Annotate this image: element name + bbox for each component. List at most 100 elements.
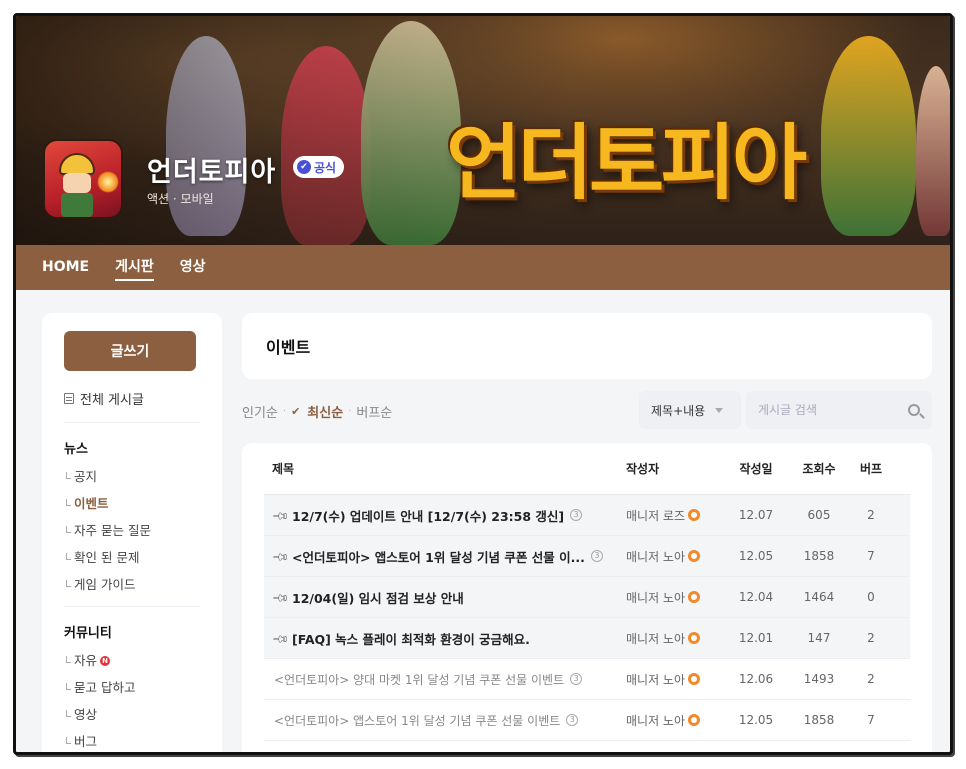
sort-buff[interactable]: 버프순	[356, 402, 392, 421]
post-title[interactable]: 12/7(수) 업데이트 안내 [12/7(수) 23:58 갱신]	[292, 506, 564, 525]
community-list: 자유 N 묻고 답하고 영상 버그	[64, 647, 200, 752]
post-likes: 2	[867, 631, 875, 645]
sort-options: 인기순 · ✔ 최신순 · 버프순	[242, 400, 392, 422]
community-section-title: 커뮤니티	[64, 626, 112, 641]
post-title[interactable]: [FAQ] 녹스 플레이 최적화 환경이 궁금해요.	[292, 629, 530, 648]
page-frame: 언더토피아 언더토피아 ✔ 공식 액션 · 모바일 HOME 게시판 영상 글쓰…	[13, 13, 953, 755]
header-date: 작성일	[739, 462, 773, 476]
board-header: 이벤트	[242, 313, 932, 379]
post-views: 147	[807, 631, 831, 645]
sidebar-all-posts[interactable]: 전체 게시글	[64, 389, 200, 423]
post-author[interactable]: 매니저 노아	[626, 712, 685, 729]
staff-badge-icon	[688, 673, 701, 685]
nav-board[interactable]: 게시판	[115, 245, 154, 290]
table-row[interactable]: 📌︎ <언더토피아> 앱스토어 1위 달성 기념 쿠폰 선물 이... 3 매니…	[264, 536, 910, 577]
game-banner: 언더토피아 언더토피아 ✔ 공식 액션 · 모바일	[16, 16, 950, 245]
pin-icon: 📌︎	[271, 547, 291, 566]
post-date: 12.07	[738, 508, 774, 522]
post-likes: 2	[867, 508, 875, 522]
pin-icon: 📌︎	[271, 588, 291, 607]
staff-badge-icon	[688, 714, 701, 726]
table-row[interactable]: 📌︎ [FAQ] 녹스 플레이 최적화 환경이 궁금해요. 매니저 노아 12.…	[264, 618, 910, 659]
nav-video[interactable]: 영상	[180, 245, 206, 290]
pin-icon: 📌︎	[271, 629, 291, 648]
game-title: 언더토피아	[147, 157, 277, 188]
sidebar-item-bug[interactable]: 버그	[64, 728, 200, 752]
nav-home[interactable]: HOME	[42, 245, 89, 290]
post-date: 12.04	[738, 590, 774, 604]
header-likes: 버프	[859, 462, 883, 476]
post-author[interactable]: 매니저 로즈	[626, 507, 685, 524]
header-title: 제목	[272, 462, 295, 476]
news-list: 공지 이벤트 자주 묻는 질문 확인 된 문제 게임 가이드	[64, 463, 200, 598]
comment-count-icon: 3	[566, 714, 579, 726]
search-icon[interactable]	[908, 404, 920, 416]
sort-latest[interactable]: 최신순	[307, 402, 343, 421]
table-row[interactable]: <언더토피아> 양대 마켓 1위 달성 기념 쿠폰 선물 이벤트 3 매니저 노…	[264, 659, 910, 700]
sidebar-item-qna[interactable]: 묻고 답하고	[64, 674, 200, 701]
sidebar-item-notice[interactable]: 공지	[64, 463, 200, 490]
post-author[interactable]: 매니저 노아	[626, 589, 685, 606]
pin-icon: 📌︎	[271, 506, 291, 525]
post-author[interactable]: 매니저 노아	[626, 630, 685, 647]
post-date: 12.05	[738, 713, 774, 727]
top-nav: HOME 게시판 영상	[16, 245, 950, 290]
post-views: 1464	[803, 590, 835, 604]
staff-badge-icon	[688, 509, 701, 521]
post-views: 605	[807, 508, 831, 522]
sidebar-item-free[interactable]: 자유 N	[64, 647, 200, 674]
sidebar-item-known-issues[interactable]: 확인 된 문제	[64, 544, 200, 571]
check-badge-icon: ✔	[297, 160, 311, 174]
staff-badge-icon	[688, 632, 701, 644]
write-button[interactable]: 글쓰기	[64, 331, 196, 371]
post-title[interactable]: 12/04(일) 임시 점검 보상 안내	[292, 588, 464, 607]
post-date: 12.01	[738, 631, 774, 645]
official-label: 공식	[314, 160, 337, 175]
sidebar-divider	[64, 606, 200, 607]
header-author: 작성자	[626, 462, 660, 476]
game-app-icon	[43, 139, 123, 219]
search-input[interactable]	[758, 403, 898, 417]
post-author[interactable]: 매니저 노아	[626, 671, 685, 688]
comment-count-icon: 3	[590, 550, 603, 562]
chevron-down-icon	[715, 407, 724, 413]
staff-badge-icon	[688, 591, 701, 603]
sidebar-item-event[interactable]: 이벤트	[64, 490, 200, 517]
search-type-select[interactable]: 제목+내용	[639, 391, 741, 429]
official-badge: ✔ 공식	[293, 156, 345, 178]
post-likes: 0	[867, 590, 875, 604]
table-header: 제목 작성자 작성일 조회수 버프	[264, 443, 910, 495]
sidebar: 글쓰기 전체 게시글 뉴스 공지 이벤트 자주 묻는 질문 확인 된 문제 게임…	[42, 313, 222, 752]
banner-logo: 언더토피아	[446, 116, 807, 211]
search-box	[746, 391, 932, 429]
post-views: 1493	[803, 672, 835, 686]
staff-badge-icon	[688, 550, 701, 562]
post-views: 1858	[803, 713, 835, 727]
sidebar-item-video[interactable]: 영상	[64, 701, 200, 728]
post-title[interactable]: <언더토피아> 양대 마켓 1위 달성 기념 쿠폰 선물 이벤트	[274, 671, 564, 688]
comment-count-icon: 3	[570, 509, 583, 521]
check-icon: ✔	[291, 404, 301, 418]
sort-popular[interactable]: 인기순	[242, 402, 278, 421]
post-title[interactable]: <언더토피아> 앱스토어 1위 달성 기념 쿠폰 선물 이...	[292, 547, 585, 566]
post-likes: 7	[867, 713, 875, 727]
board-title: 이벤트	[266, 338, 311, 357]
all-posts-label: 전체 게시글	[80, 393, 144, 408]
post-views: 1858	[803, 549, 835, 563]
news-section-title: 뉴스	[64, 442, 88, 457]
sidebar-item-game-guide[interactable]: 게임 가이드	[64, 571, 200, 598]
post-title[interactable]: <언더토피아> 앱스토어 1위 달성 기념 쿠폰 선물 이벤트	[274, 712, 560, 729]
table-row[interactable]: <언더토피아> 앱스토어 1위 달성 기념 쿠폰 선물 이벤트 3 매니저 노아…	[264, 700, 910, 741]
post-table: 제목 작성자 작성일 조회수 버프 📌︎ 12/7(수) 업데이트 안내 [12…	[242, 443, 932, 752]
sidebar-item-label: 자유	[74, 653, 98, 668]
header-views: 조회수	[802, 462, 836, 476]
sidebar-item-faq[interactable]: 자주 묻는 질문	[64, 517, 200, 544]
table-row[interactable]: 📌︎ 12/7(수) 업데이트 안내 [12/7(수) 23:58 갱신] 3 …	[264, 495, 910, 536]
post-date: 12.06	[738, 672, 774, 686]
post-author[interactable]: 매니저 노아	[626, 548, 685, 565]
new-badge-icon: N	[100, 655, 111, 666]
document-icon	[64, 393, 74, 404]
post-likes: 7	[867, 549, 875, 563]
table-row[interactable]: 📌︎ 12/04(일) 임시 점검 보상 안내 매니저 노아 12.04 146…	[264, 577, 910, 618]
post-date: 12.05	[738, 549, 774, 563]
